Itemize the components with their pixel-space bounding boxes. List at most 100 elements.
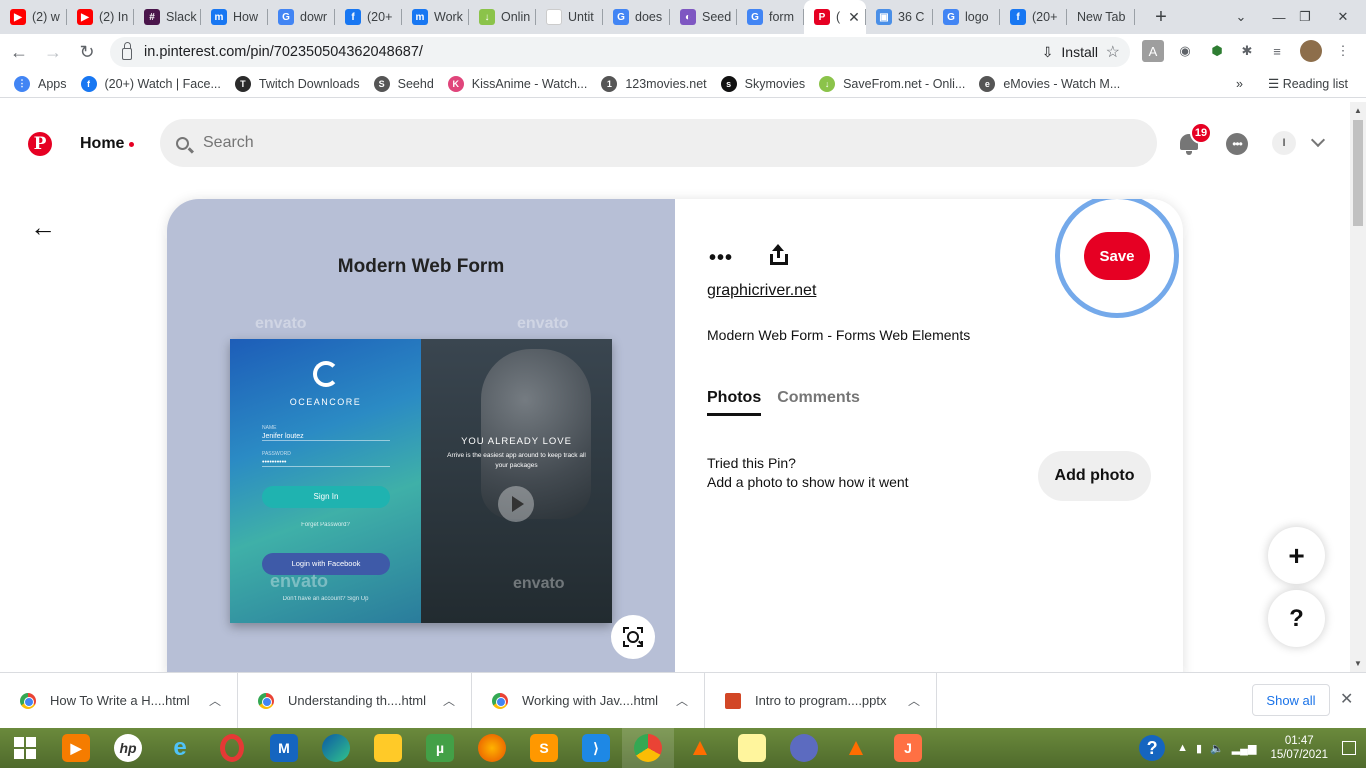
bookmark-item[interactable]: f (20+) Watch | Face... [80, 75, 221, 92]
browser-tab[interactable]: ▣ 36 C [866, 0, 933, 34]
browser-tab[interactable]: New Tab [1067, 0, 1135, 34]
edge-taskbar-icon[interactable] [310, 728, 362, 768]
new-tab-button[interactable]: + [1149, 6, 1173, 29]
download-item[interactable]: How To Write a H....html ︿ [0, 672, 238, 729]
notifications-icon[interactable] [1342, 741, 1356, 755]
avatar[interactable]: I [1272, 131, 1296, 155]
url-text[interactable]: in.pinterest.com/pin/702350504362048687/ [144, 44, 423, 60]
browser-tab[interactable]: Untit [536, 0, 603, 34]
app-taskbar-icon[interactable]: J [882, 728, 934, 768]
close-window-button[interactable]: ✕ [1320, 0, 1366, 34]
bookmark-star-icon[interactable]: ☆ [1106, 42, 1120, 62]
profile-avatar[interactable] [1300, 40, 1322, 62]
add-photo-button[interactable]: Add photo [1038, 451, 1151, 501]
home-link[interactable]: Home [80, 135, 124, 153]
opera-taskbar-icon[interactable] [206, 728, 258, 768]
pinterest-logo-icon[interactable]: P [28, 132, 52, 156]
media-control-icon[interactable]: ≡ [1266, 40, 1288, 62]
scroll-down-icon[interactable]: ▼ [1354, 659, 1362, 668]
reading-list-button[interactable]: ☰ Reading list [1268, 76, 1348, 91]
bookmark-item[interactable]: K KissAnime - Watch... [447, 75, 587, 92]
media-player-taskbar-icon[interactable]: ▶ [50, 728, 102, 768]
address-bar[interactable]: in.pinterest.com/pin/702350504362048687/… [110, 37, 1130, 67]
chrome-menu-icon[interactable]: ⋮ [1332, 40, 1354, 62]
extension-icon[interactable]: A [1142, 40, 1164, 62]
scrollbar-thumb[interactable] [1353, 120, 1363, 226]
bookmark-item[interactable]: e eMovies - Watch M... [979, 75, 1120, 92]
browser-tab[interactable]: f (20+ [335, 0, 402, 34]
browser-tab[interactable]: ◐ Seed [670, 0, 737, 34]
chevron-up-icon[interactable]: ︿ [676, 692, 688, 709]
pin-image[interactable]: Modern Web Form envato envato OCEANCORE … [167, 199, 675, 672]
bookmark-item[interactable]: s Skymovies [720, 75, 805, 92]
scroll-up-icon[interactable]: ▲ [1354, 106, 1362, 115]
browser-tab[interactable]: ▶ (2) w [0, 0, 67, 34]
browser-tab[interactable]: m How [201, 0, 268, 34]
messages-icon[interactable]: ••• [1226, 133, 1248, 155]
search-bar[interactable] [160, 119, 1157, 167]
clock[interactable]: 01:47 15/07/2021 [1270, 734, 1328, 762]
lock-icon[interactable] [122, 42, 132, 60]
bookmark-item[interactable]: ⋮ Apps [14, 75, 67, 92]
help-button[interactable]: ? [1268, 590, 1325, 647]
install-app-button[interactable]: ⇩ Install [1042, 44, 1098, 61]
volume-icon[interactable]: 🔈 [1210, 742, 1224, 755]
download-item[interactable]: Working with Jav....html ︿ [472, 672, 705, 729]
bookmark-item[interactable]: T Twitch Downloads [234, 75, 360, 92]
utorrent-taskbar-icon[interactable]: µ [414, 728, 466, 768]
bookmark-item[interactable]: S Seehd [373, 75, 434, 92]
more-options-icon[interactable]: ••• [709, 247, 733, 270]
show-all-downloads-button[interactable]: Show all [1252, 684, 1330, 716]
monopoly-taskbar-icon[interactable]: M [258, 728, 310, 768]
search-input[interactable] [203, 134, 1003, 152]
tab-photos[interactable]: Photos [707, 389, 762, 416]
browser-tab[interactable]: ↓ Onlin [469, 0, 536, 34]
chrome-taskbar-icon[interactable] [622, 728, 674, 768]
firefox-taskbar-icon[interactable] [466, 728, 518, 768]
start-button[interactable] [0, 728, 50, 768]
chevron-down-icon[interactable] [1310, 132, 1326, 148]
browser-tab[interactable]: # Slack [134, 0, 201, 34]
download-item[interactable]: Intro to program....pptx ︿ [705, 672, 937, 729]
source-link[interactable]: graphicriver.net [707, 282, 816, 300]
extension-icon[interactable]: ◉ [1174, 40, 1196, 62]
create-plus-button[interactable]: + [1268, 527, 1325, 584]
chevron-up-icon[interactable]: ︿ [209, 692, 221, 709]
help-icon[interactable]: ? [1139, 735, 1166, 761]
browser-tab[interactable]: ▶ (2) In [67, 0, 134, 34]
file-explorer-taskbar-icon[interactable] [362, 728, 414, 768]
browser-tab[interactable]: Gdoes [603, 0, 670, 34]
back-arrow-icon[interactable]: ← [30, 212, 56, 243]
browser-tab[interactable]: P (✕ [804, 0, 866, 34]
app-taskbar-icon[interactable] [778, 728, 830, 768]
visual-search-icon[interactable] [611, 615, 655, 659]
sticky-notes-taskbar-icon[interactable] [726, 728, 778, 768]
extension-icon[interactable]: ⬢ [1206, 40, 1228, 62]
page-scrollbar[interactable]: ▲ ▼ [1350, 102, 1366, 672]
close-downloads-icon[interactable]: ✕ [1340, 689, 1353, 709]
close-tab-icon[interactable]: ✕ [848, 9, 860, 26]
forward-arrow-icon[interactable]: → [38, 37, 68, 67]
browser-tab[interactable]: Glogo [933, 0, 1000, 34]
back-arrow-icon[interactable]: ← [4, 37, 34, 67]
tray-overflow-icon[interactable]: ▲ [1177, 742, 1188, 754]
share-icon[interactable] [768, 244, 790, 267]
save-button[interactable]: Save [1084, 232, 1150, 280]
reload-icon[interactable]: ↻ [72, 37, 102, 67]
battery-icon[interactable]: ▮ [1196, 742, 1202, 755]
browser-tab[interactable]: Gdowr [268, 0, 335, 34]
download-item[interactable]: Understanding th....html ︿ [238, 672, 472, 729]
extensions-puzzle-icon[interactable]: ✱ [1236, 40, 1258, 62]
bookmarks-overflow-icon[interactable]: » [1236, 77, 1243, 91]
internet-explorer-taskbar-icon[interactable]: e [154, 728, 206, 768]
chevron-up-icon[interactable]: ︿ [908, 692, 920, 709]
browser-tab[interactable]: Gform [737, 0, 804, 34]
bookmark-item[interactable]: 1 123movies.net [601, 75, 707, 92]
vscode-taskbar-icon[interactable]: ⟩ [570, 728, 622, 768]
chevron-up-icon[interactable]: ︿ [443, 692, 455, 709]
network-icon[interactable]: ▂▄▆ [1232, 742, 1257, 755]
vlc-taskbar-icon[interactable]: ▲ [830, 728, 882, 768]
sublime-taskbar-icon[interactable]: S [518, 728, 570, 768]
bookmark-item[interactable]: ↓ SaveFrom.net - Onli... [819, 75, 965, 92]
vlc-taskbar-icon[interactable]: ▲ [674, 728, 726, 768]
